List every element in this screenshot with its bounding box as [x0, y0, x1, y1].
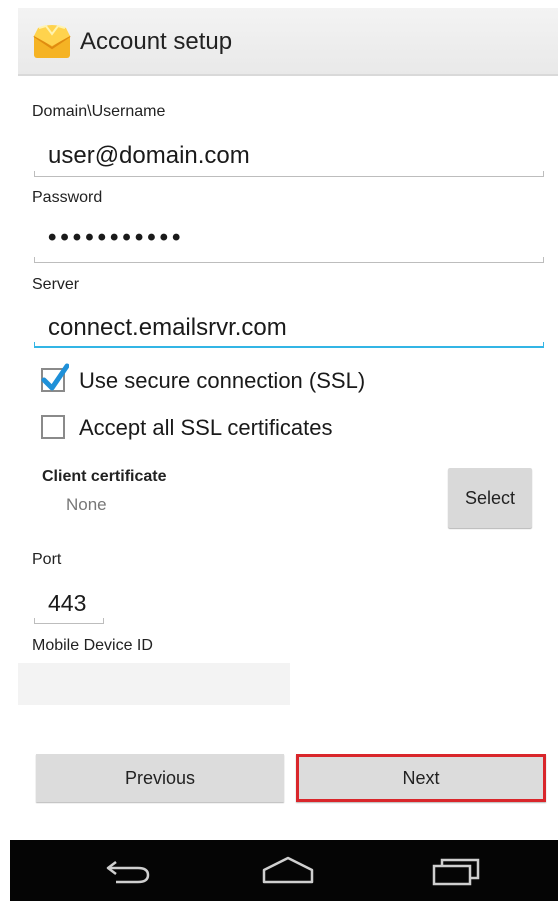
client-certificate-value: None — [66, 495, 107, 514]
mobile-device-id-label: Mobile Device ID — [32, 637, 153, 654]
select-certificate-button[interactable]: Select — [448, 468, 532, 528]
ssl-checkbox-label[interactable]: Use secure connection (SSL) — [79, 368, 365, 394]
server-label: Server — [32, 276, 80, 293]
system-nav-bar — [10, 840, 558, 901]
port-label: Port — [32, 551, 62, 568]
server-input[interactable]: connect.emailsrvr.com — [48, 314, 287, 342]
client-certificate-label: Client certificate — [42, 468, 167, 485]
accept-all-ssl-label[interactable]: Accept all SSL certificates — [79, 415, 333, 441]
previous-button[interactable]: Previous — [36, 754, 284, 802]
port-input[interactable]: 443 — [48, 590, 86, 617]
next-button[interactable]: Next — [296, 754, 546, 802]
server-underline — [34, 342, 544, 348]
accept-all-ssl-checkbox[interactable] — [41, 415, 65, 439]
port-underline — [34, 618, 104, 624]
domain-username-label: Domain\Username — [32, 103, 166, 120]
back-icon[interactable] — [98, 854, 158, 888]
page-title: Account setup — [80, 28, 233, 55]
password-label: Password — [32, 189, 103, 206]
action-bar: Account setup — [18, 8, 558, 76]
mobile-device-id-input[interactable] — [18, 663, 290, 705]
recents-icon[interactable] — [426, 854, 486, 888]
checkmark-icon — [41, 363, 69, 391]
password-input[interactable]: ••••••••••• — [48, 224, 184, 252]
password-underline — [34, 257, 544, 263]
email-app-icon — [33, 24, 71, 58]
home-icon[interactable] — [258, 854, 318, 888]
domain-username-input[interactable]: user@domain.com — [48, 142, 250, 170]
ssl-checkbox[interactable] — [41, 363, 69, 392]
domain-username-underline — [34, 171, 544, 177]
